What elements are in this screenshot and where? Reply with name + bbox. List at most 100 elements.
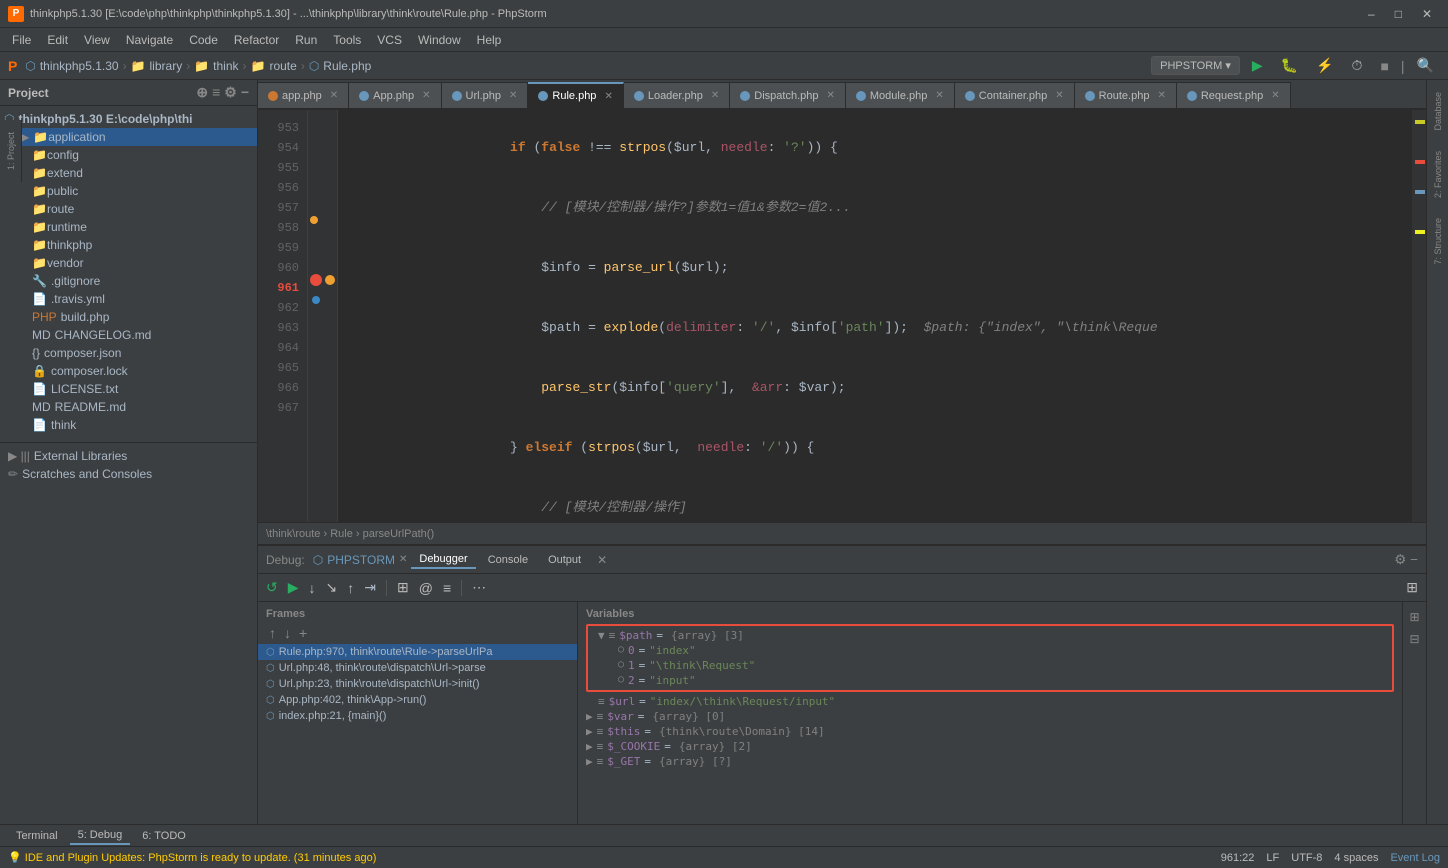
bc-item-think[interactable]: think xyxy=(213,59,238,73)
tree-item-scratches[interactable]: ✏ Scratches and Consoles xyxy=(0,465,257,483)
close-debug-icon[interactable]: ✕ xyxy=(399,554,407,565)
close-output-icon[interactable]: ✕ xyxy=(597,553,607,567)
rerun-button[interactable]: ↺ xyxy=(262,577,282,598)
breakpoint-icon-961[interactable] xyxy=(310,274,322,286)
tree-item-config[interactable]: 📁 config xyxy=(0,146,257,164)
tree-item-application[interactable]: ▶ 📁 application xyxy=(0,128,257,146)
var-path[interactable]: ▼ ≡ $path = {array} [3] xyxy=(590,628,1390,643)
expand-icon-path[interactable]: ▼ xyxy=(598,629,605,642)
add-watch-button[interactable]: @ xyxy=(415,578,437,598)
minimize-button[interactable]: – xyxy=(1360,5,1383,23)
expand-icon-this[interactable]: ▶ xyxy=(586,725,593,738)
debug-tab-output[interactable]: Output xyxy=(540,552,589,568)
menu-file[interactable]: File xyxy=(4,31,39,49)
tab-appclass[interactable]: App.php ✕ xyxy=(349,82,441,108)
menu-vcs[interactable]: VCS xyxy=(369,31,410,49)
menu-navigate[interactable]: Navigate xyxy=(118,31,181,49)
var-path-0[interactable]: ○ 0 = "index" xyxy=(590,643,1390,658)
menu-run[interactable]: Run xyxy=(287,31,325,49)
menu-window[interactable]: Window xyxy=(410,31,469,49)
debug-rs-btn1[interactable]: ⊞ xyxy=(1407,606,1421,628)
frame-item-0[interactable]: ⬡ Rule.php:970, think\route\Rule->parseU… xyxy=(258,644,577,660)
tab-loaderphp[interactable]: Loader.php ✕ xyxy=(624,82,730,108)
tab-close-urlphp[interactable]: ✕ xyxy=(509,90,517,101)
event-log-button[interactable]: Event Log xyxy=(1390,852,1440,864)
tab-appphp[interactable]: app.php ✕ xyxy=(258,82,349,108)
debug-phpstorm-label[interactable]: ⬡ PHPSTORM ✕ xyxy=(313,553,408,567)
collapse-icon[interactable]: − xyxy=(241,84,249,101)
add-icon[interactable]: ⊕ xyxy=(196,84,208,101)
bottom-tab-terminal[interactable]: Terminal xyxy=(8,828,66,844)
debug-more-button[interactable]: ⋯ xyxy=(468,577,490,598)
tree-item-readme[interactable]: MD README.md xyxy=(0,398,257,416)
menu-edit[interactable]: Edit xyxy=(39,31,76,49)
menu-help[interactable]: Help xyxy=(469,31,510,49)
tree-root[interactable]: ⬡ thinkphp5.1.30 E:\code\php\thi xyxy=(0,110,257,128)
var-get[interactable]: ▶ ≡ $_GET = {array} [?] xyxy=(578,754,1402,769)
show-execution-button[interactable]: ≡ xyxy=(439,578,455,598)
tree-item-thinkphp[interactable]: 📁 thinkphp xyxy=(0,236,257,254)
settings-icon[interactable]: ⚙ xyxy=(224,84,237,101)
phpstorm-run-config[interactable]: PHPSTORM ▾ xyxy=(1151,56,1240,75)
expand-icon-get[interactable]: ▶ xyxy=(586,755,593,768)
var-url[interactable]: ≡ $url = "index/\think\Request/input" xyxy=(578,694,1402,709)
debug-settings-icon[interactable]: ⚙ xyxy=(1394,552,1406,568)
stop-button[interactable]: ■ xyxy=(1374,54,1394,78)
tab-containerphp[interactable]: Container.php ✕ xyxy=(955,82,1075,108)
debug-minimize-icon[interactable]: − xyxy=(1410,552,1418,568)
tree-item-external-libraries[interactable]: ▶ ||| External Libraries xyxy=(0,447,257,465)
maximize-button[interactable]: □ xyxy=(1387,5,1410,23)
frames-nav-up[interactable]: ↑ xyxy=(266,624,279,642)
tab-close-routephp[interactable]: ✕ xyxy=(1157,90,1165,101)
resume-button[interactable]: ▶ xyxy=(284,577,303,598)
tab-requestphp[interactable]: Request.php ✕ xyxy=(1177,82,1291,108)
tree-item-gitignore[interactable]: 🔧 .gitignore xyxy=(0,272,257,290)
var-this[interactable]: ▶ ≡ $this = {think\route\Domain} [14] xyxy=(578,724,1402,739)
tab-rulephp[interactable]: Rule.php ✕ xyxy=(528,82,623,108)
tab-urlphp[interactable]: Url.php ✕ xyxy=(442,82,529,108)
tab-modulephp[interactable]: Module.php ✕ xyxy=(846,82,955,108)
bottom-tab-todo[interactable]: 6: TODO xyxy=(134,828,194,844)
tab-routephp[interactable]: Route.php ✕ xyxy=(1075,82,1177,108)
frame-item-3[interactable]: ⬡ App.php:402, think\App->run() xyxy=(258,692,577,708)
debug-button[interactable]: 🐛 xyxy=(1275,53,1304,78)
tab-close-modulephp[interactable]: ✕ xyxy=(935,90,943,101)
tree-item-composerlock[interactable]: 🔒 composer.lock xyxy=(0,362,257,380)
menu-refactor[interactable]: Refactor xyxy=(226,31,287,49)
menu-code[interactable]: Code xyxy=(181,31,226,49)
debug-tab-console[interactable]: Console xyxy=(480,552,536,568)
var-var[interactable]: ▶ ≡ $var = {array} [0] xyxy=(578,709,1402,724)
rs-tab-database[interactable]: Database xyxy=(1431,84,1445,139)
evaluate-button[interactable]: ⊞ xyxy=(393,577,413,598)
expand-icon-var[interactable]: ▶ xyxy=(586,710,593,723)
profile-button[interactable]: ⏱ xyxy=(1346,53,1369,78)
bc-project[interactable]: ⬡ xyxy=(25,59,35,73)
expand-icon-cookie[interactable]: ▶ xyxy=(586,740,593,753)
tab-close-appclass[interactable]: ✕ xyxy=(422,90,430,101)
var-path-2[interactable]: ○ 2 = "input" xyxy=(590,673,1390,688)
tab-dispatchphp[interactable]: Dispatch.php ✕ xyxy=(730,82,846,108)
menu-tools[interactable]: Tools xyxy=(325,31,369,49)
run-button[interactable]: ▶ xyxy=(1246,53,1269,78)
tree-item-public[interactable]: 📁 public xyxy=(0,182,257,200)
tab-close-dispatchphp[interactable]: ✕ xyxy=(827,90,835,101)
bc-item-route[interactable]: route xyxy=(269,59,296,73)
code-content[interactable]: if (false !== strpos($url, needle: '?'))… xyxy=(338,110,1412,522)
tree-item-extend[interactable]: 📁 extend xyxy=(0,164,257,182)
step-into-button[interactable]: ↘ xyxy=(322,577,342,598)
bc-item-library[interactable]: library xyxy=(150,59,183,73)
tree-item-composerjson[interactable]: {} composer.json xyxy=(0,344,257,362)
tree-item-route[interactable]: 📁 route xyxy=(0,200,257,218)
search-everywhere[interactable]: 🔍 xyxy=(1411,53,1440,78)
debug-rs-btn2[interactable]: ⊟ xyxy=(1407,628,1421,650)
tab-close-rulephp[interactable]: ✕ xyxy=(604,91,612,102)
coverage-button[interactable]: ⚡ xyxy=(1310,53,1339,78)
step-out-button[interactable]: ↑ xyxy=(343,578,358,598)
code-area[interactable]: 953 954 955 956 957 958 959 960 961 962 … xyxy=(258,110,1426,522)
tab-close-loaderphp[interactable]: ✕ xyxy=(711,90,719,101)
frames-layout-button[interactable]: ⊞ xyxy=(1402,577,1422,598)
tab-close-appphp[interactable]: ✕ xyxy=(330,90,338,101)
tree-item-runtime[interactable]: 📁 runtime xyxy=(0,218,257,236)
frame-item-1[interactable]: ⬡ Url.php:48, think\route\dispatch\Url->… xyxy=(258,660,577,676)
frame-item-2[interactable]: ⬡ Url.php:23, think\route\dispatch\Url->… xyxy=(258,676,577,692)
